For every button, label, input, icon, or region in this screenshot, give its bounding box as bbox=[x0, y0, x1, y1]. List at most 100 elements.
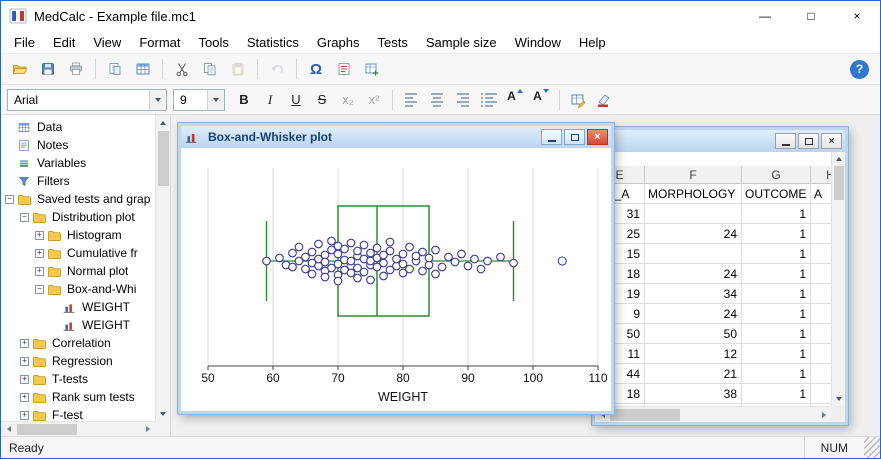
sheet-cell[interactable] bbox=[811, 384, 831, 404]
sheet-restore-button[interactable] bbox=[798, 133, 819, 149]
table-icon[interactable] bbox=[130, 57, 156, 81]
tree-item-weight[interactable]: WEIGHT bbox=[1, 316, 155, 334]
tree-item-data[interactable]: Data bbox=[1, 118, 155, 136]
copy-icon[interactable] bbox=[197, 57, 223, 81]
plot-close-button[interactable]: × bbox=[587, 129, 608, 145]
scroll-thumb[interactable] bbox=[833, 166, 844, 200]
tree-item-histogram[interactable]: + Histogram bbox=[1, 226, 155, 244]
tree-horizontal-scrollbar[interactable] bbox=[1, 421, 155, 436]
undo-icon[interactable] bbox=[264, 57, 290, 81]
bold-button[interactable]: B bbox=[232, 89, 256, 111]
sheet-cell[interactable]: 12 bbox=[645, 344, 742, 364]
copy-page-icon[interactable] bbox=[102, 57, 128, 81]
menu-file[interactable]: File bbox=[5, 33, 44, 52]
tree-item-f-test[interactable]: + F-test bbox=[1, 406, 155, 421]
decrease-font-button[interactable]: A bbox=[529, 88, 553, 111]
scroll-left-icon[interactable] bbox=[1, 422, 16, 436]
sheet-cell[interactable] bbox=[811, 244, 831, 264]
scroll-down-icon[interactable] bbox=[832, 392, 845, 406]
sheet-cell[interactable]: 34 bbox=[645, 284, 742, 304]
scroll-right-icon[interactable] bbox=[816, 407, 831, 422]
expand-icon[interactable]: + bbox=[35, 230, 44, 240]
spreadsheet-titlebar[interactable]: × bbox=[595, 130, 845, 152]
tree-item-t-tests[interactable]: + T-tests bbox=[1, 370, 155, 388]
sheet-cell[interactable]: 1 bbox=[742, 364, 811, 384]
column-header-f[interactable]: F bbox=[645, 166, 742, 184]
expand-icon[interactable]: + bbox=[35, 266, 44, 276]
scroll-up-icon[interactable] bbox=[156, 115, 170, 130]
superscript-button[interactable]: x² bbox=[362, 89, 386, 111]
scroll-thumb[interactable] bbox=[610, 408, 680, 421]
menu-help[interactable]: Help bbox=[570, 33, 615, 52]
scroll-down-icon[interactable] bbox=[156, 406, 170, 421]
spreadsheet-grid[interactable]: EFGHDE_AMORPHOLOGYOUTCOMEA31125241151182… bbox=[595, 152, 831, 406]
variable-name-cell[interactable]: A bbox=[811, 184, 831, 204]
sheet-cell[interactable] bbox=[811, 224, 831, 244]
insert-symbol-icon[interactable] bbox=[331, 57, 357, 81]
expand-icon[interactable]: + bbox=[20, 392, 29, 402]
variable-name-cell[interactable]: MORPHOLOGY bbox=[645, 184, 742, 204]
sheet-cell[interactable] bbox=[811, 284, 831, 304]
scroll-thumb[interactable] bbox=[17, 423, 77, 435]
tree-item-rank-sum-tests[interactable]: + Rank sum tests bbox=[1, 388, 155, 406]
tree-item-cumulative-fr[interactable]: + Cumulative fr bbox=[1, 244, 155, 262]
cut-icon[interactable] bbox=[169, 57, 195, 81]
title-bar[interactable]: MedCalc - Example file.mc1 — □ × bbox=[1, 1, 880, 31]
tree-vertical-scrollbar[interactable] bbox=[155, 115, 170, 421]
sheet-cell[interactable]: 38 bbox=[645, 384, 742, 404]
sheet-cell[interactable]: 1 bbox=[742, 244, 811, 264]
align-center-icon[interactable] bbox=[425, 89, 449, 111]
sheet-cell[interactable]: 1 bbox=[742, 204, 811, 224]
sheet-cell[interactable]: 1 bbox=[742, 264, 811, 284]
menu-graphs[interactable]: Graphs bbox=[308, 33, 369, 52]
strikethrough-button[interactable]: S bbox=[310, 89, 334, 111]
expand-icon[interactable]: + bbox=[35, 248, 44, 258]
save-icon[interactable] bbox=[35, 57, 61, 81]
sheet-cell[interactable] bbox=[811, 264, 831, 284]
column-header-g[interactable]: G bbox=[742, 166, 811, 184]
maximize-button[interactable]: □ bbox=[788, 1, 834, 31]
sheet-cell[interactable]: 1 bbox=[742, 304, 811, 324]
sheet-cell[interactable]: 1 bbox=[742, 384, 811, 404]
font-size-dropdown-icon[interactable] bbox=[207, 89, 224, 110]
minimize-button[interactable]: — bbox=[742, 1, 788, 31]
tree-item-regression[interactable]: + Regression bbox=[1, 352, 155, 370]
expand-icon[interactable]: + bbox=[20, 356, 29, 366]
collapse-icon[interactable]: − bbox=[35, 284, 44, 294]
underline-button[interactable]: U bbox=[284, 89, 308, 111]
sheet-close-button[interactable]: × bbox=[821, 133, 842, 149]
expand-icon[interactable]: + bbox=[20, 374, 29, 384]
collapse-icon[interactable]: − bbox=[20, 212, 29, 222]
tree-item-notes[interactable]: Notes bbox=[1, 136, 155, 154]
tree-item-filters[interactable]: Filters bbox=[1, 172, 155, 190]
menu-edit[interactable]: Edit bbox=[44, 33, 84, 52]
sheet-cell[interactable]: 50 bbox=[645, 324, 742, 344]
list-icon[interactable] bbox=[477, 89, 501, 111]
scroll-up-icon[interactable] bbox=[832, 152, 845, 166]
sheet-cell[interactable] bbox=[811, 364, 831, 384]
expand-icon[interactable]: + bbox=[20, 338, 29, 348]
column-header-h[interactable]: H bbox=[811, 166, 831, 184]
sheet-cell[interactable]: 24 bbox=[645, 304, 742, 324]
menu-sample-size[interactable]: Sample size bbox=[417, 33, 506, 52]
highlight-icon[interactable] bbox=[592, 89, 616, 111]
menu-window[interactable]: Window bbox=[506, 33, 570, 52]
sheet-vertical-scrollbar[interactable] bbox=[831, 152, 845, 406]
align-right-icon[interactable] bbox=[451, 89, 475, 111]
close-button[interactable]: × bbox=[834, 1, 880, 31]
sheet-cell[interactable]: 21 bbox=[645, 364, 742, 384]
font-size-select[interactable]: 9 bbox=[173, 88, 225, 111]
menu-view[interactable]: View bbox=[84, 33, 130, 52]
sheet-cell[interactable]: 1 bbox=[742, 344, 811, 364]
resize-grip[interactable] bbox=[864, 437, 880, 458]
grid-plus-icon[interactable] bbox=[359, 57, 385, 81]
sheet-cell[interactable] bbox=[811, 324, 831, 344]
italic-button[interactable]: I bbox=[258, 89, 282, 111]
sheet-cell[interactable]: 24 bbox=[645, 224, 742, 244]
format-cells-icon[interactable] bbox=[566, 89, 590, 111]
sheet-cell[interactable] bbox=[645, 244, 742, 264]
tree-item-box-and-whi[interactable]: − Box-and-Whi bbox=[1, 280, 155, 298]
font-dropdown-icon[interactable] bbox=[149, 89, 166, 110]
tree-item-distribution-plot[interactable]: − Distribution plot bbox=[1, 208, 155, 226]
menu-tests[interactable]: Tests bbox=[369, 33, 417, 52]
